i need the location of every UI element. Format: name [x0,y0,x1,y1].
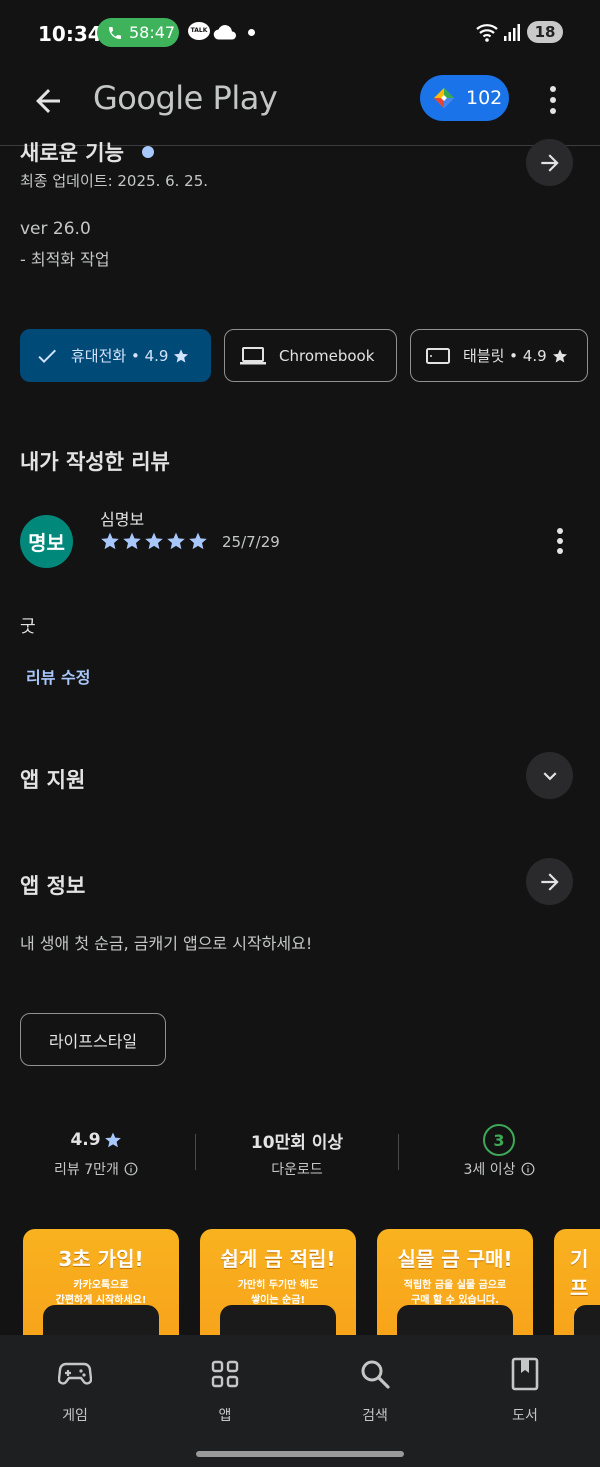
screenshot-subtitle: 적립한 금을 실물 금으로 [403,1280,507,1291]
nav-label-books: 도서 [512,1408,538,1424]
play-points-count: 102 [466,87,503,109]
screenshot-card[interactable]: 기프 기프 [554,1229,600,1349]
nav-label-search: 검색 [362,1408,388,1424]
star-icon [104,1132,121,1148]
review-date: 25/7/29 [222,533,280,551]
nav-label-games: 게임 [62,1408,88,1424]
info-icon [124,1162,138,1176]
signal-icon [504,24,520,41]
home-gesture-bar[interactable] [196,1451,404,1457]
screenshot-subtitle: 카카오톡으로 [73,1280,129,1291]
release-note: - 최적화 작업 [20,250,110,269]
screenshot-title: 기프 [570,1247,589,1300]
review-more-options-icon[interactable] [548,526,572,556]
rating-label: 리뷰 7만개 [54,1162,119,1178]
cloud-icon [213,25,236,40]
laptop-icon [240,346,266,364]
chip-chromebook[interactable]: Chromebook [224,329,397,382]
screenshot-subtitle: 가만히 두기만 해도 [237,1280,319,1291]
tablet-icon [426,347,450,364]
stat-rating[interactable]: 4.9 리뷰 7만개 [6,1125,186,1179]
stat-downloads: 10만회 이상 다운로드 [207,1125,387,1179]
play-points-button[interactable]: 102 [420,75,509,121]
book-icon [511,1357,539,1391]
chip-phone-label: 휴대전화 • 4.9 [71,347,169,365]
phone-icon [109,26,121,39]
my-review-title: 내가 작성한 리뷰 [20,450,170,474]
notification-dot-icon [248,29,255,36]
downloads-label: 다운로드 [271,1162,323,1178]
status-time: 10:34 [38,22,102,46]
reviewer-name: 심명보 [100,510,145,529]
nav-item-search[interactable]: 검색 [300,1335,450,1435]
nav-item-apps[interactable]: 앱 [150,1335,300,1435]
review-text: 굿 [20,617,36,637]
stat-divider [398,1134,399,1170]
last-updated-date: 최종 업데이트: 2025. 6. 25. [20,172,209,190]
age-rating-badge: 3 [483,1124,515,1156]
nav-item-books[interactable]: 도서 [450,1335,600,1435]
chip-phone[interactable]: 휴대전화 • 4.9 [20,329,211,382]
more-options-icon[interactable] [540,82,566,118]
gamepad-icon [58,1362,92,1385]
avatar: 명보 [20,515,73,568]
review-star-rating [100,531,208,551]
nav-label-apps: 앱 [218,1408,232,1424]
screenshot-title: 실물 금 구매! [397,1247,513,1271]
screenshot-card[interactable]: 쉽게 금 적립! 가만히 두기만 해도 쌓이는 순금! [200,1229,356,1349]
stat-divider [195,1134,196,1170]
back-arrow-icon[interactable] [30,83,66,119]
chip-tablet[interactable]: 태블릿 • 4.9 [410,329,588,382]
whats-new-arrow-button[interactable] [526,139,573,186]
star-icon [145,532,163,550]
arrow-right-icon [540,872,559,891]
screenshot-card[interactable]: 3초 가입! 카카오톡으로 간편하게 시작하세요! [23,1229,179,1349]
battery-indicator: 18 [527,21,563,43]
whats-new-title: 새로운 기능 [20,141,124,163]
play-points-icon [434,88,454,108]
app-info-arrow-button[interactable] [526,858,573,905]
ongoing-call-pill[interactable]: 58:47 [97,18,179,47]
check-icon [38,349,56,363]
kakaotalk-icon: TALK [188,22,210,40]
downloads-value: 10만회 이상 [250,1132,344,1153]
arrow-right-icon [540,153,559,172]
search-icon [361,1360,390,1389]
wifi-icon [476,24,498,42]
star-icon [174,348,189,362]
app-bar-title: Google Play [93,79,278,117]
edit-review-link[interactable]: 리뷰 수정 [26,664,90,688]
call-timer: 58:47 [129,23,176,42]
chip-chromebook-label: Chromebook [279,346,375,365]
app-bar: Google Play 102 [0,64,600,146]
star-icon [189,532,207,550]
star-icon [552,348,567,362]
screenshot-card[interactable]: 실물 금 구매! 적립한 금을 실물 금으로 구매 할 수 있습니다. [377,1229,533,1349]
star-icon [167,532,185,550]
nav-item-games[interactable]: 게임 [0,1335,150,1435]
apps-grid-icon [211,1360,239,1388]
chip-tablet-label: 태블릿 • 4.9 [463,347,547,365]
stat-age-rating[interactable]: 3 3세 이상 [409,1124,589,1179]
screenshot-title: 쉽게 금 적립! [220,1247,336,1271]
app-support-title: 앱 지원 [20,768,86,792]
age-rating-label: 3세 이상 [463,1162,516,1178]
star-icon [101,532,119,550]
bottom-navigation: 게임 앱 검색 도서 [0,1335,600,1467]
app-support-expand-button[interactable] [526,752,573,799]
version-text: ver 26.0 [20,219,91,239]
app-info-title: 앱 정보 [20,874,86,898]
status-bar: 10:34 58:47 TALK 18 [0,0,600,64]
rating-value: 4.9 [70,1130,101,1150]
app-description: 내 생애 첫 순금, 금캐기 앱으로 시작하세요! [20,934,313,953]
info-icon [521,1162,534,1176]
chevron-down-icon [543,771,556,780]
star-icon [123,532,141,550]
new-indicator-dot [142,146,154,158]
category-chip[interactable]: 라이프스타일 [20,1013,166,1066]
screenshot-title: 3초 가입! [58,1247,144,1271]
